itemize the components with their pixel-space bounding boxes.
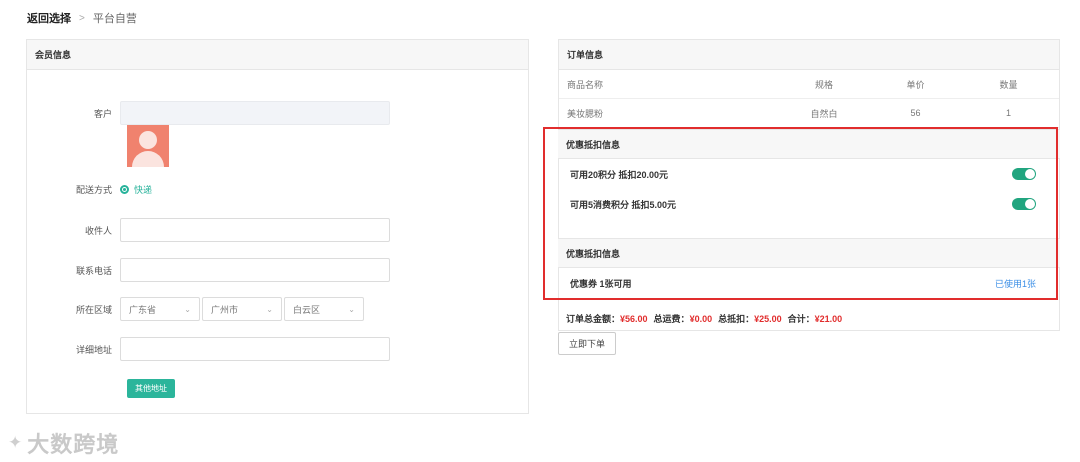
- address-label: 详细地址: [75, 344, 112, 355]
- delivery-option-express[interactable]: 快递: [134, 183, 152, 196]
- other-address-button[interactable]: 其他地址: [127, 379, 175, 398]
- province-value: 广东省: [129, 304, 157, 315]
- breadcrumb-current: 平台自营: [92, 13, 137, 25]
- customer-field[interactable]: [120, 101, 390, 125]
- product-qty: 1: [1005, 108, 1011, 118]
- shipping-value: ¥0.00: [689, 314, 713, 324]
- submit-order-button[interactable]: 立即下单: [558, 332, 616, 355]
- district-value: 白云区: [293, 304, 321, 315]
- radio-selected-icon[interactable]: [120, 185, 129, 194]
- highlight-frame: [543, 127, 1058, 300]
- logo-icon: ✦: [8, 433, 24, 452]
- deduct-label: 总抵扣：: [718, 314, 755, 324]
- avatar-head-icon: [139, 131, 157, 149]
- breadcrumb-separator: >: [79, 12, 85, 24]
- column-header: 商品名称: [567, 79, 604, 90]
- delivery-row: 配送方式 快递: [27, 183, 152, 196]
- shipping-label: 总运费：: [653, 314, 690, 324]
- chevron-down-icon: ⌄: [348, 304, 355, 314]
- phone-label: 联系电话: [75, 265, 112, 276]
- avatar-body-icon: [132, 151, 164, 167]
- product-price: 56: [910, 108, 921, 118]
- province-select[interactable]: 广东省 ⌄: [120, 297, 200, 321]
- customer-row: 客户: [27, 101, 390, 125]
- chevron-down-icon: ⌄: [266, 304, 273, 314]
- order-summary: 订单总金额：¥56.00 总运费：¥0.00 总抵扣：¥25.00 合计：¥21…: [566, 312, 842, 325]
- sum-value: ¥21.00: [814, 314, 843, 324]
- product-name: 美妆腮粉: [567, 108, 604, 119]
- order-info-title: 订单信息: [559, 40, 1059, 70]
- total-value: ¥56.00: [620, 314, 648, 324]
- order-table: 商品名称 规格 单价 数量 美妆腮粉 自然白 56 1: [559, 70, 1059, 128]
- column-header: 规格: [814, 79, 833, 90]
- total-label: 订单总金额：: [566, 314, 621, 324]
- address-row: 详细地址: [27, 337, 390, 361]
- column-header: 数量: [999, 79, 1018, 90]
- phone-row: 联系电话: [27, 258, 390, 282]
- region-row: 所在区域 广东省 ⌄ 广州市 ⌄ 白云区 ⌄: [27, 297, 366, 321]
- phone-field[interactable]: [120, 258, 390, 282]
- product-spec: 自然白: [810, 108, 838, 119]
- back-link[interactable]: 返回选择: [27, 10, 71, 26]
- watermark-logo: ✦ 大数跨境: [8, 427, 119, 459]
- sum-label: 合计：: [787, 314, 815, 324]
- member-info-panel: 会员信息 客户 配送方式 快递 收件人 联系电话 所在区域 广东省 ⌄ 广州市 …: [26, 39, 529, 414]
- address-field[interactable]: [120, 337, 390, 361]
- region-label: 所在区域: [75, 304, 112, 315]
- column-header: 单价: [906, 79, 925, 90]
- receiver-field[interactable]: [120, 218, 390, 242]
- table-row: 美妆腮粉 自然白 56 1: [559, 99, 1059, 128]
- customer-label: 客户: [93, 108, 112, 119]
- city-value: 广州市: [211, 304, 239, 315]
- receiver-label: 收件人: [84, 225, 112, 236]
- delivery-label: 配送方式: [75, 185, 112, 195]
- breadcrumb: 返回选择 > 平台自营: [27, 10, 137, 26]
- avatar: [127, 125, 169, 167]
- watermark-text: 大数跨境: [27, 432, 120, 457]
- chevron-down-icon: ⌄: [184, 304, 191, 314]
- receiver-row: 收件人: [27, 218, 390, 242]
- member-info-title: 会员信息: [27, 40, 528, 70]
- table-header: 商品名称 规格 单价 数量: [559, 70, 1059, 99]
- city-select[interactable]: 广州市 ⌄: [202, 297, 282, 321]
- deduct-value: ¥25.00: [754, 314, 782, 324]
- district-select[interactable]: 白云区 ⌄: [284, 297, 364, 321]
